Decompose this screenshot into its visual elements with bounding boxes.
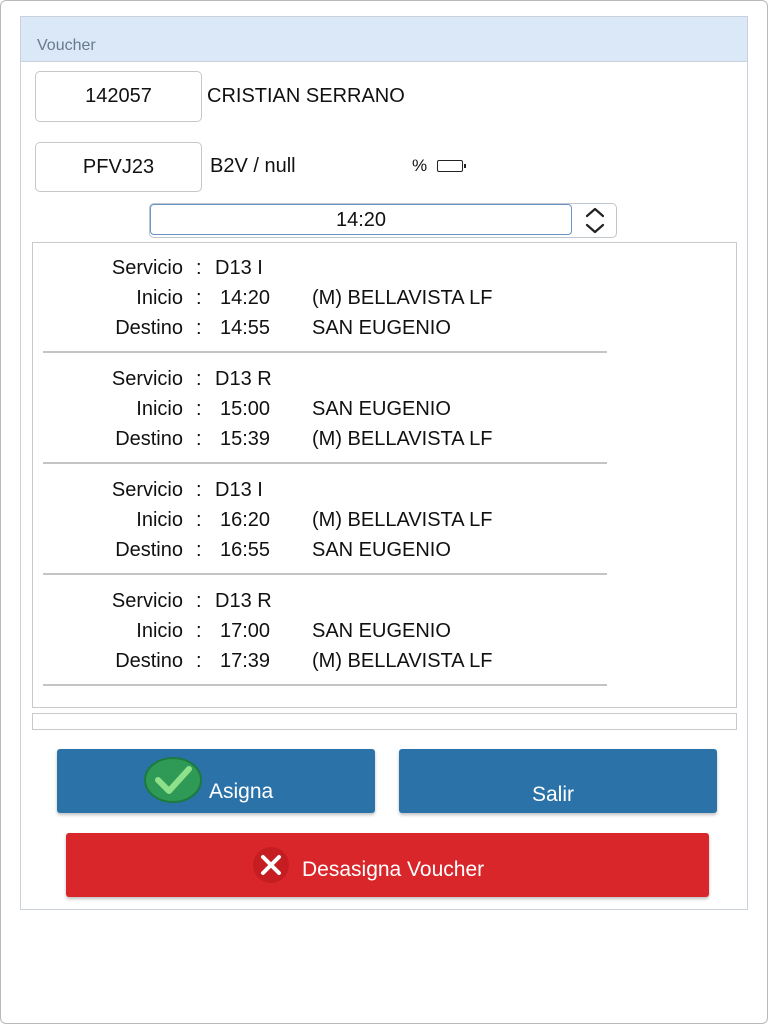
destino-label: Destino <box>115 539 183 561</box>
servicio-value: D13 R <box>215 590 272 612</box>
time-select[interactable]: 14:20 <box>149 203 617 238</box>
destino-place: SAN EUGENIO <box>312 539 451 561</box>
destino-place: (M) BELLAVISTA LF <box>312 428 493 450</box>
destino-time: 15:39 <box>220 428 271 450</box>
destino-label: Destino <box>115 428 183 450</box>
colon: : <box>196 257 202 279</box>
colon: : <box>196 428 202 450</box>
inicio-place: (M) BELLAVISTA LF <box>312 509 493 531</box>
inicio-label: Inicio <box>136 398 183 420</box>
colon: : <box>196 539 202 561</box>
battery-percent: % <box>412 156 428 175</box>
inicio-place: (M) BELLAVISTA LF <box>312 287 493 309</box>
colon: : <box>196 620 202 642</box>
exit-label: Salir <box>532 783 575 806</box>
inicio-place: SAN EUGENIO <box>312 398 451 420</box>
unassign-label: Desasigna Voucher <box>302 858 485 881</box>
stepper-updown-icon[interactable] <box>574 204 616 237</box>
colon: : <box>196 317 202 339</box>
inicio-label: Inicio <box>136 509 183 531</box>
inicio-place: SAN EUGENIO <box>312 620 451 642</box>
destino-place: SAN EUGENIO <box>312 317 451 339</box>
battery-icon <box>437 160 466 172</box>
colon: : <box>196 509 202 531</box>
inicio-time: 15:00 <box>220 398 271 420</box>
panel-header: Voucher <box>21 17 747 62</box>
colon: : <box>196 479 202 501</box>
inicio-time: 14:20 <box>220 287 271 309</box>
divider <box>43 573 607 575</box>
servicio-label: Servicio <box>111 479 183 501</box>
servicio-value: D13 I <box>215 257 263 279</box>
divider <box>43 684 607 686</box>
colon: : <box>196 368 202 390</box>
vehicle-type: B2V / null <box>210 155 296 177</box>
status-bar <box>32 713 737 730</box>
close-icon <box>252 846 290 884</box>
servicio-value: D13 I <box>215 479 263 501</box>
servicio-label: Servicio <box>111 590 183 612</box>
colon: : <box>196 590 202 612</box>
assign-button[interactable]: Asigna <box>57 749 375 813</box>
destino-place: (M) BELLAVISTA LF <box>312 650 493 672</box>
destino-label: Destino <box>115 317 183 339</box>
panel-title: Voucher <box>37 37 96 54</box>
check-icon <box>143 756 203 804</box>
inicio-label: Inicio <box>136 620 183 642</box>
destino-label: Destino <box>115 650 183 672</box>
inicio-label: Inicio <box>136 287 183 309</box>
divider <box>43 462 607 464</box>
colon: : <box>196 287 202 309</box>
trip-list[interactable]: Servicio : D13 I Inicio : 14:20 (M) BELL… <box>32 242 737 708</box>
assign-label: Asigna <box>209 780 274 803</box>
exit-button[interactable]: Salir <box>399 749 717 813</box>
colon: : <box>196 650 202 672</box>
destino-time: 17:39 <box>220 650 271 672</box>
servicio-value: D13 R <box>215 368 272 390</box>
unassign-voucher-button[interactable]: Desasigna Voucher <box>66 833 709 897</box>
driver-id-field[interactable]: 142057 <box>35 71 202 122</box>
colon: : <box>196 398 202 420</box>
destino-time: 14:55 <box>220 317 271 339</box>
inicio-time: 16:20 <box>220 509 271 531</box>
vehicle-plate-field[interactable]: PFVJ23 <box>35 142 202 192</box>
servicio-label: Servicio <box>111 257 183 279</box>
inicio-time: 17:00 <box>220 620 271 642</box>
driver-name: CRISTIAN SERRANO <box>207 85 405 107</box>
time-select-value: 14:20 <box>150 204 572 235</box>
destino-time: 16:55 <box>220 539 271 561</box>
servicio-label: Servicio <box>111 368 183 390</box>
divider <box>43 351 607 353</box>
